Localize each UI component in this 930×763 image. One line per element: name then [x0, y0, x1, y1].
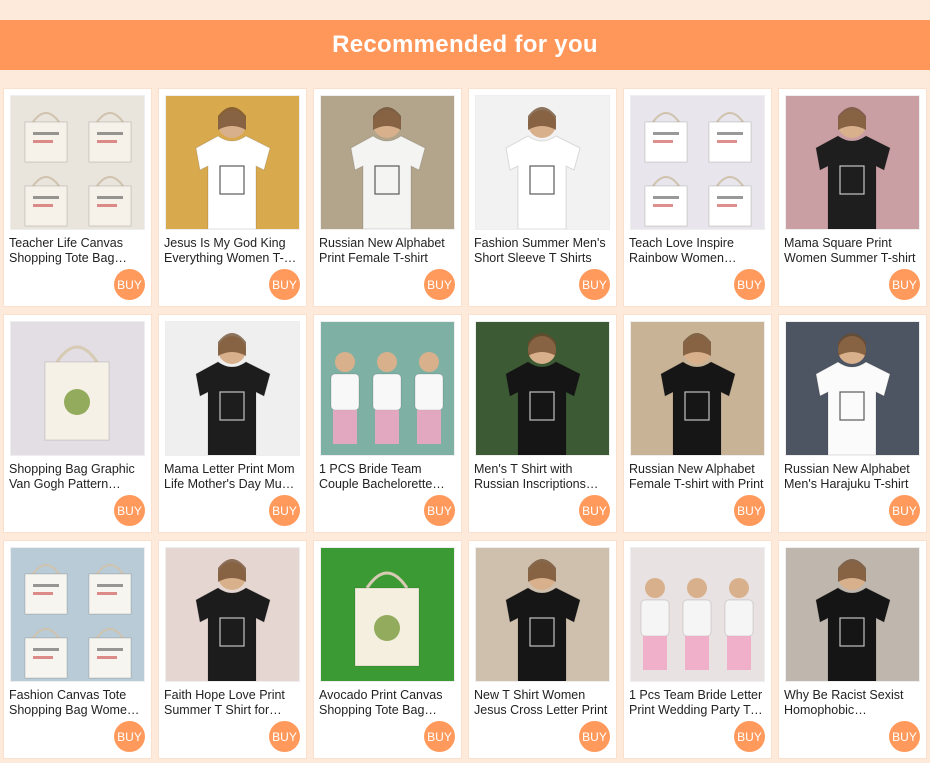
- product-image[interactable]: [165, 321, 300, 456]
- product-card[interactable]: Men's T Shirt with Russian Inscriptions …: [468, 314, 617, 533]
- product-card[interactable]: Teach Love Inspire Rainbow Women Canvas …: [623, 88, 772, 307]
- buy-button[interactable]: BUY: [114, 269, 145, 300]
- buy-button[interactable]: BUY: [424, 721, 455, 752]
- buy-button[interactable]: BUY: [424, 269, 455, 300]
- product-card[interactable]: Why Be Racist Sexist Homophobic Transpho…: [778, 540, 927, 759]
- product-image[interactable]: [10, 547, 145, 682]
- product-image[interactable]: [630, 321, 765, 456]
- product-image[interactable]: [475, 547, 610, 682]
- buy-button[interactable]: BUY: [734, 495, 765, 526]
- product-image[interactable]: [10, 321, 145, 456]
- recommended-header: Recommended for you: [0, 20, 930, 70]
- product-image[interactable]: [10, 95, 145, 230]
- product-title[interactable]: Why Be Racist Sexist Homophobic Transpho…: [784, 688, 920, 718]
- product-title[interactable]: New T Shirt Women Jesus Cross Letter Pri…: [474, 688, 610, 718]
- product-card[interactable]: Jesus Is My God King Everything Women T-…: [158, 88, 307, 307]
- product-title[interactable]: Russian New Alphabet Female T-shirt with…: [629, 462, 765, 492]
- product-title[interactable]: Mama Square Print Women Summer T-shirt: [784, 236, 920, 266]
- product-image[interactable]: [785, 95, 920, 230]
- product-card[interactable]: New T Shirt Women Jesus Cross Letter Pri…: [468, 540, 617, 759]
- product-card[interactable]: Russian New Alphabet Print Female T-shir…: [313, 88, 462, 307]
- product-image[interactable]: [165, 95, 300, 230]
- product-title[interactable]: 1 Pcs Team Bride Letter Print Wedding Pa…: [629, 688, 765, 718]
- product-image[interactable]: [785, 547, 920, 682]
- product-card[interactable]: Faith Hope Love Print Summer T Shirt for…: [158, 540, 307, 759]
- product-image[interactable]: [785, 321, 920, 456]
- product-image[interactable]: [320, 95, 455, 230]
- product-card[interactable]: 1 PCS Bride Team Couple Bachelorette Par…: [313, 314, 462, 533]
- product-card[interactable]: Russian New Alphabet Men's Harajuku T-sh…: [778, 314, 927, 533]
- product-title[interactable]: Russian New Alphabet Print Female T-shir…: [319, 236, 455, 266]
- product-title[interactable]: Fashion Summer Men's Short Sleeve T Shir…: [474, 236, 610, 266]
- product-card[interactable]: 1 Pcs Team Bride Letter Print Wedding Pa…: [623, 540, 772, 759]
- product-image[interactable]: [475, 95, 610, 230]
- buy-button[interactable]: BUY: [269, 721, 300, 752]
- product-title[interactable]: Teach Love Inspire Rainbow Women Canvas …: [629, 236, 765, 266]
- buy-button[interactable]: BUY: [269, 269, 300, 300]
- product-card[interactable]: Teacher Life Canvas Shopping Tote Bag Wo…: [3, 88, 152, 307]
- product-image[interactable]: [320, 321, 455, 456]
- product-title[interactable]: 1 PCS Bride Team Couple Bachelorette Par…: [319, 462, 455, 492]
- product-title[interactable]: Teacher Life Canvas Shopping Tote Bag Wo…: [9, 236, 145, 266]
- buy-button[interactable]: BUY: [579, 269, 610, 300]
- product-card[interactable]: Russian New Alphabet Female T-shirt with…: [623, 314, 772, 533]
- product-card[interactable]: Fashion Summer Men's Short Sleeve T Shir…: [468, 88, 617, 307]
- product-title[interactable]: Shopping Bag Graphic Van Gogh Pattern Ca…: [9, 462, 145, 492]
- buy-button[interactable]: BUY: [114, 721, 145, 752]
- product-image[interactable]: [630, 547, 765, 682]
- product-title[interactable]: Mama Letter Print Mom Life Mother's Day …: [164, 462, 300, 492]
- buy-button[interactable]: BUY: [269, 495, 300, 526]
- product-card[interactable]: Avocado Print Canvas Shopping Tote Bag W…: [313, 540, 462, 759]
- product-title[interactable]: Fashion Canvas Tote Shopping Bag Women H…: [9, 688, 145, 718]
- product-image[interactable]: [165, 547, 300, 682]
- product-image[interactable]: [320, 547, 455, 682]
- buy-button[interactable]: BUY: [734, 721, 765, 752]
- product-card[interactable]: Mama Square Print Women Summer T-shirt BU…: [778, 88, 927, 307]
- buy-button[interactable]: BUY: [889, 721, 920, 752]
- buy-button[interactable]: BUY: [424, 495, 455, 526]
- product-grid: Teacher Life Canvas Shopping Tote Bag Wo…: [3, 88, 927, 759]
- product-title[interactable]: Jesus Is My God King Everything Women T-…: [164, 236, 300, 266]
- buy-button[interactable]: BUY: [734, 269, 765, 300]
- buy-button[interactable]: BUY: [579, 495, 610, 526]
- buy-button[interactable]: BUY: [889, 269, 920, 300]
- buy-button[interactable]: BUY: [579, 721, 610, 752]
- product-card[interactable]: Mama Letter Print Mom Life Mother's Day …: [158, 314, 307, 533]
- product-title[interactable]: Faith Hope Love Print Summer T Shirt for…: [164, 688, 300, 718]
- buy-button[interactable]: BUY: [889, 495, 920, 526]
- product-title[interactable]: Men's T Shirt with Russian Inscriptions …: [474, 462, 610, 492]
- product-card[interactable]: Shopping Bag Graphic Van Gogh Pattern Ca…: [3, 314, 152, 533]
- product-title[interactable]: Avocado Print Canvas Shopping Tote Bag W…: [319, 688, 455, 718]
- product-image[interactable]: [630, 95, 765, 230]
- product-image[interactable]: [475, 321, 610, 456]
- product-title[interactable]: Russian New Alphabet Men's Harajuku T-sh…: [784, 462, 920, 492]
- section-title: Recommended for you: [332, 31, 598, 58]
- product-card[interactable]: Fashion Canvas Tote Shopping Bag Women H…: [3, 540, 152, 759]
- buy-button[interactable]: BUY: [114, 495, 145, 526]
